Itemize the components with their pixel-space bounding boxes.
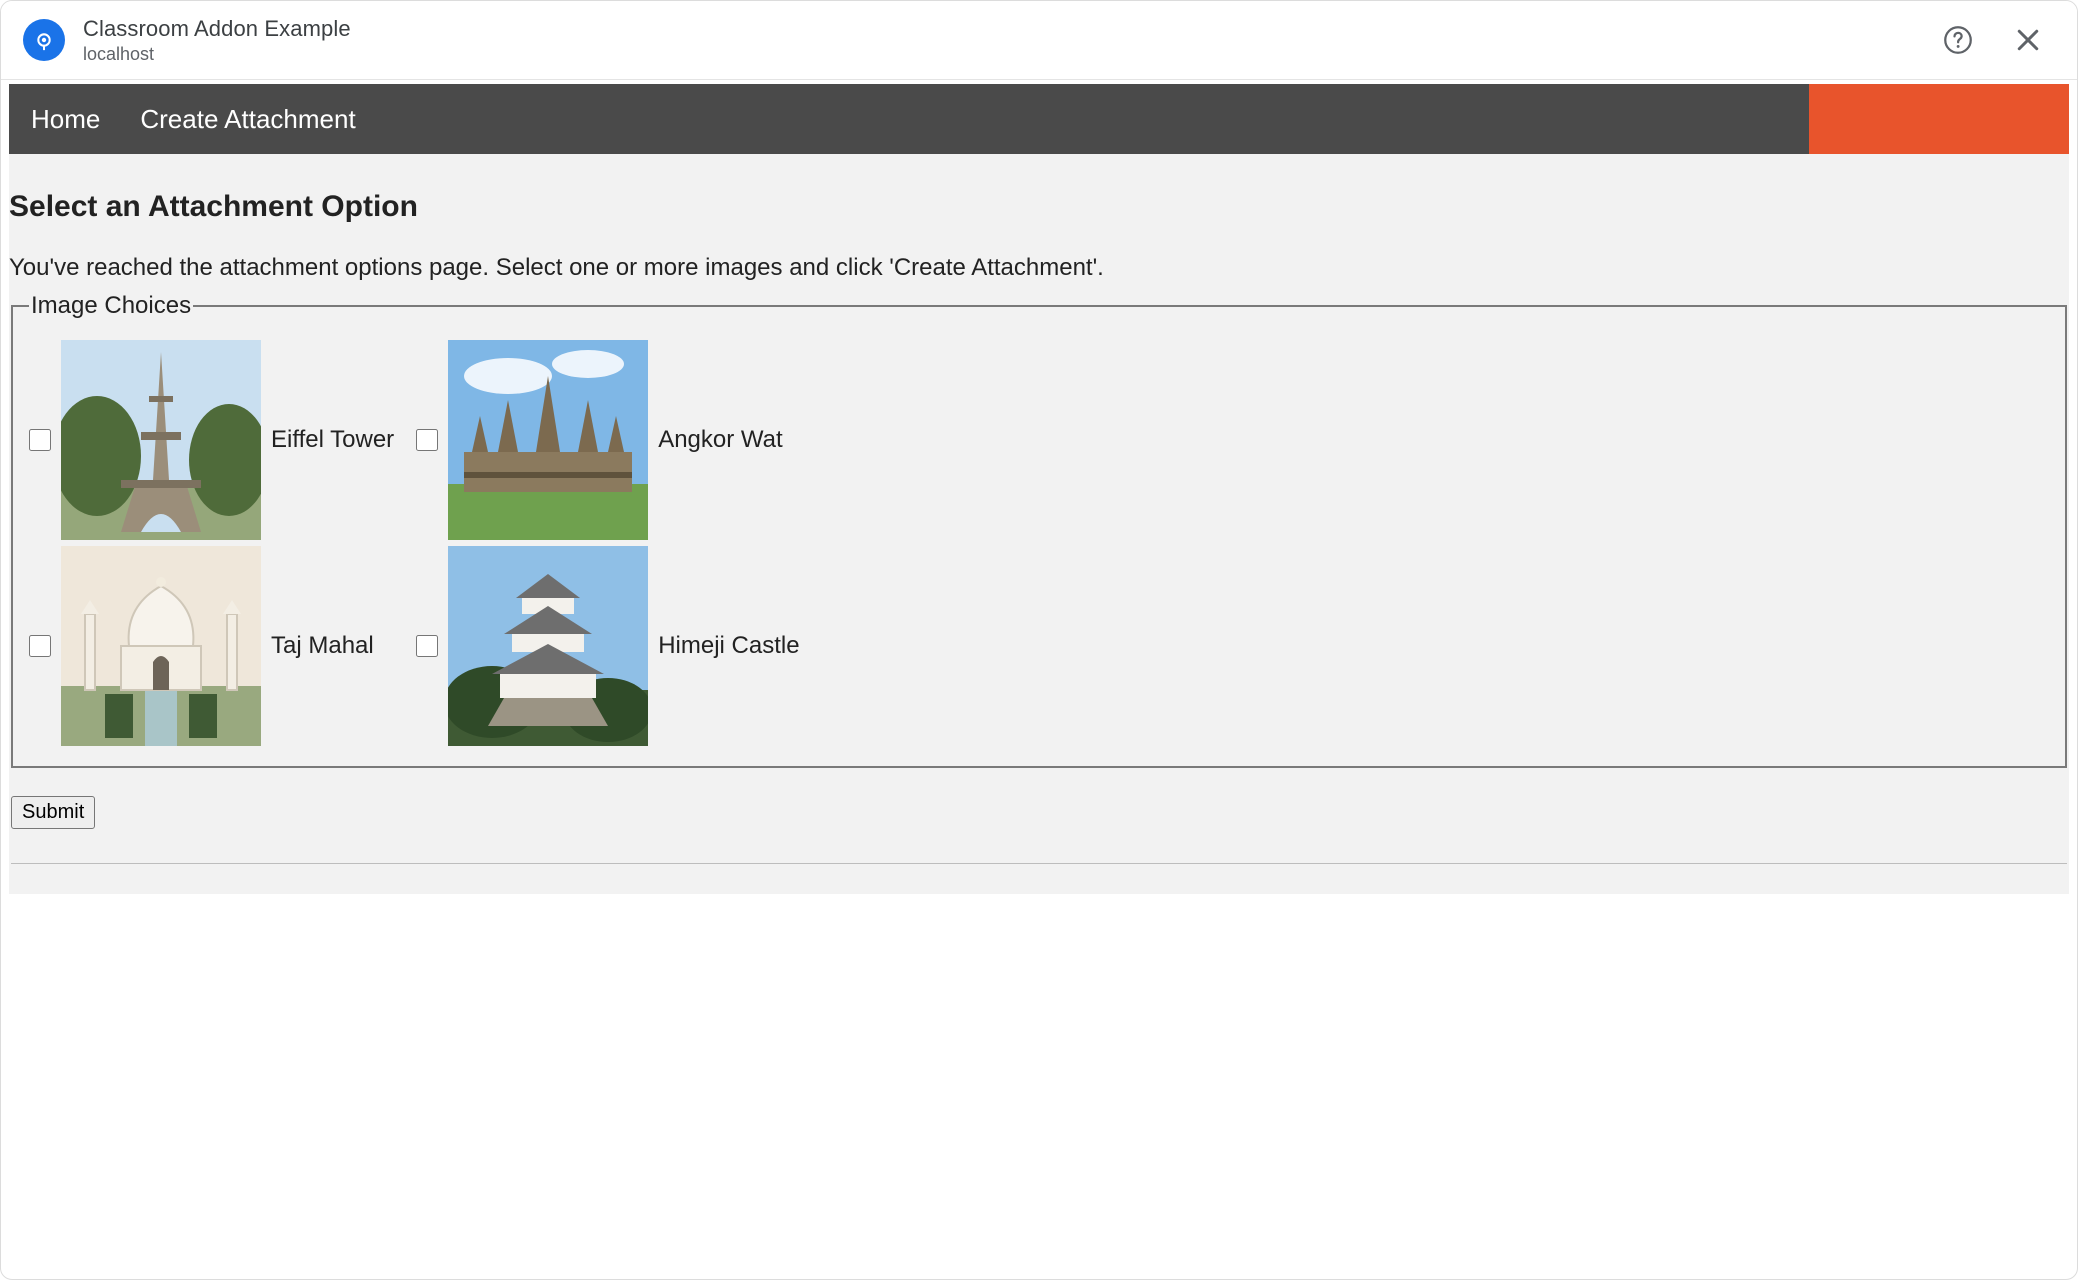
top-nav-spacer (356, 84, 1809, 154)
image-choice-angkor-wat[interactable]: Angkor Wat (416, 340, 809, 540)
addon-dialog-window: Classroom Addon Example localhost Home C… (0, 0, 2078, 1280)
nav-link-create-attachment[interactable]: Create Attachment (140, 104, 355, 135)
angkor-wat-image (448, 340, 648, 540)
top-nav-items: Home Create Attachment (9, 84, 356, 154)
nav-link-home[interactable]: Home (31, 104, 100, 135)
image-choice-eiffel-tower-label: Eiffel Tower (271, 426, 394, 454)
dialog-title: Classroom Addon Example (83, 15, 1909, 43)
addon-iframe-body: Home Create Attachment Select an Attachm… (9, 84, 2069, 894)
image-choice-angkor-wat-checkbox[interactable] (416, 429, 438, 451)
image-choice-eiffel-tower-checkbox[interactable] (29, 429, 51, 451)
top-nav: Home Create Attachment (9, 84, 2069, 154)
app-logo-icon (23, 19, 65, 61)
dialog-subtitle: localhost (83, 43, 1909, 66)
help-icon (1943, 25, 1973, 55)
image-choices-fieldset: Image Choices (11, 292, 2067, 768)
image-choice-himeji-castle-label: Himeji Castle (658, 632, 799, 660)
dialog-header: Classroom Addon Example localhost (1, 1, 2077, 80)
taj-mahal-image (61, 546, 261, 746)
footer-rule (11, 863, 2067, 864)
himeji-castle-image (448, 546, 648, 746)
image-choices-legend: Image Choices (29, 292, 193, 320)
page-instructions: You've reached the attachment options pa… (9, 254, 2069, 282)
top-nav-accent (1809, 84, 2069, 154)
submit-button[interactable]: Submit (11, 796, 95, 829)
close-button[interactable] (2007, 19, 2049, 61)
page-heading: Select an Attachment Option (9, 190, 2069, 224)
image-choice-taj-mahal-checkbox[interactable] (29, 635, 51, 657)
image-choice-eiffel-tower[interactable]: Eiffel Tower (29, 340, 404, 540)
image-choice-himeji-castle-checkbox[interactable] (416, 635, 438, 657)
page-content: Select an Attachment Option You've reach… (9, 154, 2069, 864)
image-choice-taj-mahal[interactable]: Taj Mahal (29, 546, 404, 746)
image-choice-angkor-wat-label: Angkor Wat (658, 426, 783, 454)
dialog-title-block: Classroom Addon Example localhost (83, 15, 1909, 65)
eiffel-tower-image (61, 340, 261, 540)
image-choice-grid: Eiffel Tower (29, 340, 2049, 746)
close-icon (2013, 25, 2043, 55)
image-choice-himeji-castle[interactable]: Himeji Castle (416, 546, 809, 746)
help-button[interactable] (1937, 19, 1979, 61)
image-choice-taj-mahal-label: Taj Mahal (271, 632, 374, 660)
